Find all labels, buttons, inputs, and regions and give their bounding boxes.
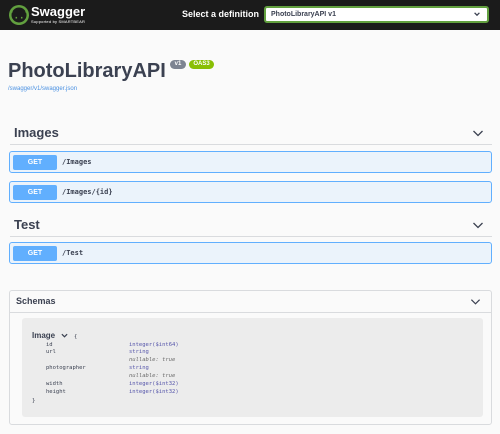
schemas-section: Schemas Image { id integer($int64) url s… xyxy=(9,290,492,425)
property-note: nullable: true xyxy=(129,357,176,363)
definition-select[interactable]: PhotoLibraryAPI v1 xyxy=(264,6,489,23)
operation-path: /Images xyxy=(62,158,92,166)
method-badge: GET xyxy=(13,155,57,170)
schemas-title[interactable]: Schemas xyxy=(16,296,56,307)
property-type: string xyxy=(129,365,149,371)
property-type: string xyxy=(129,349,149,355)
model-image: Image { id integer($int64) url string nu… xyxy=(22,318,483,417)
property-type: integer($int32) xyxy=(129,389,179,395)
page-title: PhotoLibraryAPI xyxy=(8,60,166,82)
method-badge: GET xyxy=(13,246,57,261)
operation-get-test[interactable]: GET /Test xyxy=(9,242,492,264)
svg-text:{..}: {..} xyxy=(9,12,29,22)
property-name: url xyxy=(46,349,56,355)
brand-name[interactable]: Swagger xyxy=(31,5,85,19)
tag-header-images[interactable]: Images xyxy=(10,121,492,145)
tag-name: Images xyxy=(14,125,59,140)
property-name: height xyxy=(46,389,66,395)
operation-get-image-by-id[interactable]: GET /Images/{id} xyxy=(9,181,492,203)
chevron-down-icon xyxy=(473,130,483,137)
swagger-logo-icon[interactable]: {..} xyxy=(9,5,29,25)
oas-badge: OAS3 xyxy=(189,60,214,69)
model-name[interactable]: Image xyxy=(32,331,55,341)
property-name: photographer xyxy=(46,365,86,371)
divider xyxy=(10,312,491,313)
tag-header-test[interactable]: Test xyxy=(10,213,492,237)
operation-path: /Images/{id} xyxy=(62,188,113,196)
property-note: nullable: true xyxy=(129,373,176,379)
operation-get-images[interactable]: GET /Images xyxy=(9,151,492,173)
tag-name: Test xyxy=(14,217,40,232)
version-badge: v1 xyxy=(170,60,186,69)
chevron-down-icon xyxy=(473,222,483,229)
property-name: id xyxy=(46,342,53,348)
chevron-down-icon[interactable] xyxy=(470,296,481,307)
top-bar: {..} Swagger Supported by SMARTBEAR Sele… xyxy=(0,0,500,30)
spec-link[interactable]: /swagger/v1/swagger.json xyxy=(8,85,77,93)
definition-label: Select a definition xyxy=(182,9,260,19)
property-type: integer($int32) xyxy=(129,381,179,387)
operation-path: /Test xyxy=(62,249,84,257)
brand-subtitle: Supported by SMARTBEAR xyxy=(31,19,86,24)
property-type: integer($int64) xyxy=(129,342,179,348)
open-brace: { xyxy=(74,334,78,340)
chevron-down-icon xyxy=(474,12,480,17)
close-brace: } xyxy=(32,398,36,404)
property-name: width xyxy=(46,381,63,387)
method-badge: GET xyxy=(13,185,57,200)
definition-selected-value: PhotoLibraryAPI v1 xyxy=(271,11,336,18)
chevron-down-icon[interactable] xyxy=(61,332,68,339)
